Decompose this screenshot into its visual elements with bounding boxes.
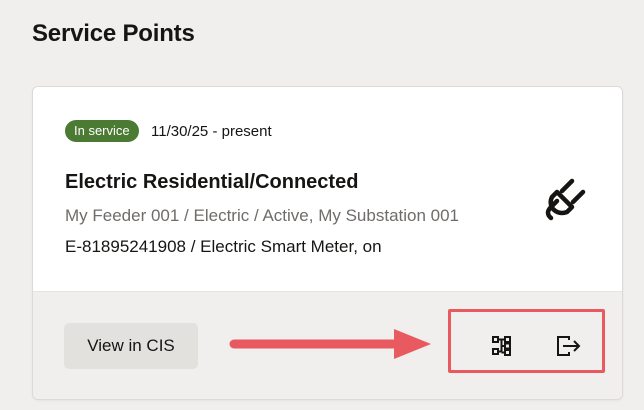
- status-badge: In service: [65, 120, 139, 142]
- hierarchy-button[interactable]: [482, 326, 522, 366]
- service-point-title: Electric Residential/Connected: [65, 171, 359, 193]
- view-in-cis-button[interactable]: View in CIS: [64, 323, 198, 369]
- export-arrow-icon: [557, 336, 581, 356]
- meter-info: E-81895241908 / Electric Smart Meter, on: [65, 237, 382, 256]
- export-button[interactable]: [549, 326, 589, 366]
- service-point-details: In service 11/30/25 - present Electric R…: [33, 87, 622, 291]
- service-point-subtitle: My Feeder 001 / Electric / Active, My Su…: [65, 206, 460, 225]
- hierarchy-icon: [492, 336, 511, 356]
- service-point-card: In service 11/30/25 - present Electric R…: [32, 86, 623, 400]
- card-actions-footer: View in CIS: [33, 291, 622, 399]
- plug-icon: [545, 178, 586, 221]
- service-date-range: 11/30/25 - present: [151, 123, 272, 140]
- section-title: Service Points: [32, 20, 195, 47]
